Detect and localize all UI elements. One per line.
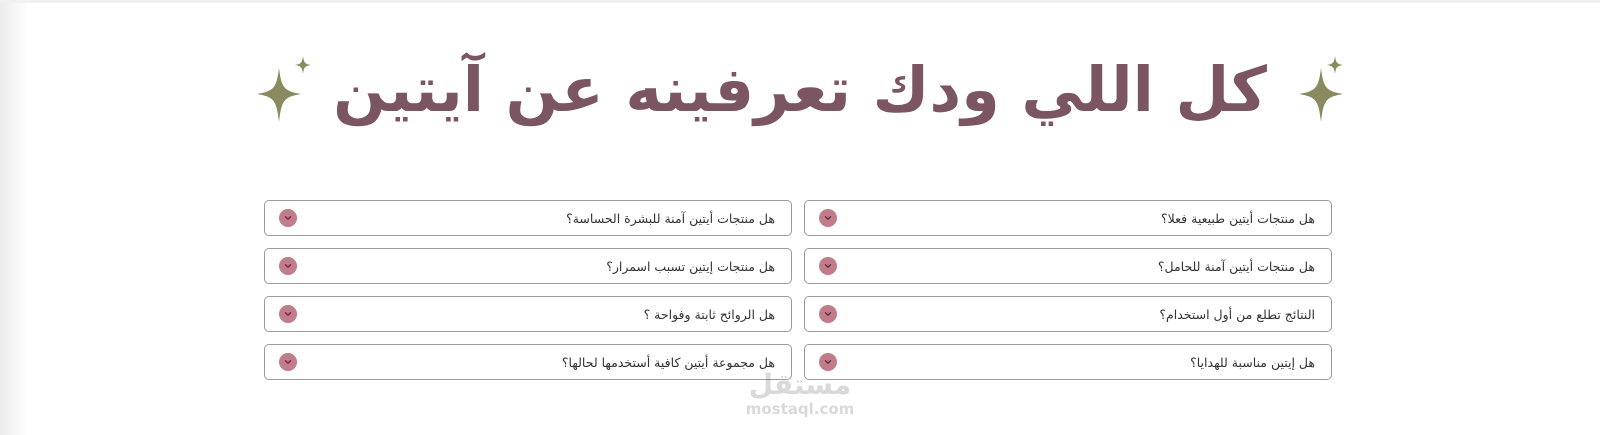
faq-item[interactable]: هل منتجات أيتين طبيعية فعلا؟ — [804, 200, 1332, 236]
faq-item[interactable]: هل منتجات أيتين آمنة للبشرة الحساسة؟ — [264, 200, 792, 236]
chevron-down-icon[interactable] — [819, 353, 837, 371]
faq-item[interactable]: النتائج تطلع من أول استخدام؟ — [804, 296, 1332, 332]
chevron-down-icon[interactable] — [819, 305, 837, 323]
faq-item[interactable]: هل منتجات إيتين تسبب اسمرار؟ — [264, 248, 792, 284]
faq-question: هل إيتين مناسبة للهدايا؟ — [1190, 354, 1315, 370]
chevron-down-icon[interactable] — [279, 209, 297, 227]
sparkle-icon — [1298, 56, 1343, 122]
chevron-down-icon[interactable] — [279, 257, 297, 275]
faq-question: هل منتجات أيتين آمنة للحامل؟ — [1157, 258, 1315, 274]
faq-question: النتائج تطلع من أول استخدام؟ — [1159, 306, 1315, 322]
faq-question: هل الروائح ثابتة وفواحة ؟ — [643, 306, 775, 322]
faq-item[interactable]: هل الروائح ثابتة وفواحة ؟ — [264, 296, 792, 332]
faq-accordion: هل منتجات أيتين طبيعية فعلا؟ هل منتجات أ… — [264, 200, 1332, 380]
faq-item[interactable]: هل منتجات أيتين آمنة للحامل؟ — [804, 248, 1332, 284]
faq-item[interactable]: هل مجموعة أيتين كافية أستخدمها لحالها؟ — [264, 344, 792, 380]
top-divider — [0, 0, 1600, 3]
faq-item[interactable]: هل إيتين مناسبة للهدايا؟ — [804, 344, 1332, 380]
faq-question: هل منتجات أيتين طبيعية فعلا؟ — [1161, 210, 1315, 226]
chevron-down-icon[interactable] — [279, 305, 297, 323]
section-heading: كل اللي ودك تعرفينه عن آيتين — [0, 40, 1600, 140]
faq-question: هل منتجات إيتين تسبب اسمرار؟ — [606, 258, 775, 274]
chevron-down-icon[interactable] — [819, 209, 837, 227]
chevron-down-icon[interactable] — [819, 257, 837, 275]
faq-question: هل منتجات أيتين آمنة للبشرة الحساسة؟ — [566, 210, 775, 226]
watermark-latin: mostaql.com — [745, 400, 855, 418]
chevron-down-icon[interactable] — [279, 353, 297, 371]
sparkle-icon — [257, 56, 312, 122]
faq-question: هل مجموعة أيتين كافية أستخدمها لحالها؟ — [561, 354, 775, 370]
page-title: كل اللي ودك تعرفينه عن آيتين — [333, 53, 1267, 126]
